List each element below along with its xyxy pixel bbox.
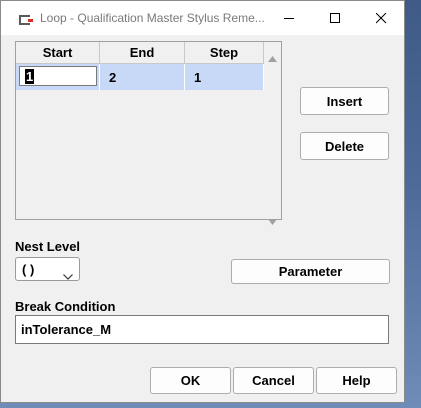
title-bar[interactable]: Loop - Qualification Master Stylus Reme.… (1, 1, 404, 35)
minimize-icon (283, 9, 295, 28)
cell-end[interactable]: 2 (100, 64, 185, 90)
minimize-button[interactable] (266, 1, 312, 35)
column-header-step[interactable]: Step (185, 42, 264, 64)
close-icon (375, 9, 387, 28)
ok-button[interactable]: OK (150, 367, 231, 394)
nest-level-value: ( ) (22, 262, 35, 277)
nest-level-select[interactable]: ( ) (15, 257, 80, 281)
cell-step[interactable]: 1 (185, 64, 264, 90)
cell-start[interactable]: 1 (16, 64, 100, 90)
maximize-button[interactable] (312, 1, 358, 35)
delete-button[interactable]: Delete (300, 132, 389, 160)
insert-button[interactable]: Insert (300, 87, 389, 115)
loop-grid[interactable]: Start End Step 1 2 1 (15, 41, 282, 225)
close-button[interactable] (358, 1, 404, 35)
window-title: Loop - Qualification Master Stylus Reme.… (40, 11, 265, 25)
grid-vertical-scrollbar[interactable] (264, 42, 281, 225)
break-condition-label: Break Condition (15, 299, 116, 314)
column-header-start[interactable]: Start (16, 42, 100, 64)
grid-header: Start End Step (16, 42, 264, 64)
help-button[interactable]: Help (316, 367, 397, 394)
cell-start-editor[interactable]: 1 (19, 66, 97, 86)
break-condition-input[interactable]: inTolerance_M (15, 315, 389, 344)
column-header-end[interactable]: End (100, 42, 185, 64)
parameter-button[interactable]: Parameter (231, 259, 390, 284)
nest-level-label: Nest Level (15, 239, 81, 254)
table-row[interactable]: 1 2 1 (16, 64, 264, 90)
loop-app-icon (16, 12, 34, 26)
cell-start-value: 1 (25, 68, 35, 84)
cancel-button[interactable]: Cancel (233, 367, 314, 394)
chevron-down-icon (63, 265, 73, 284)
maximize-icon (329, 9, 341, 28)
